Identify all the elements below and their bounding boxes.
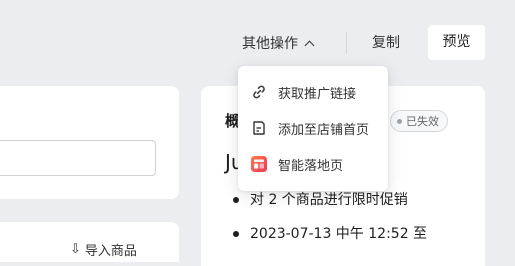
import-products-label: 导入商品 [84, 244, 137, 259]
menu-item-get-promo-link[interactable]: 获取推广链接 [238, 74, 388, 110]
preview-button[interactable]: 预览 [428, 25, 485, 60]
text-input[interactable] [0, 140, 156, 176]
more-actions-menu: 获取推广链接 添加至店铺首页 智能落地页 [238, 66, 388, 191]
import-products-link[interactable]: ⇩ 导入商品 [70, 240, 137, 259]
menu-item-smart-landing-page[interactable]: 智能落地页 [238, 146, 388, 182]
more-actions-dropdown-trigger[interactable]: 其他操作 [242, 28, 315, 58]
chevron-up-icon [304, 40, 315, 50]
toolbar-divider [346, 32, 347, 54]
status-dot-icon [397, 118, 402, 124]
product-section-panel: ⇩ 导入商品 [0, 222, 179, 262]
summary-bullet-item: 2023-07-13 中午 12:52 至 [233, 224, 427, 258]
menu-item-add-to-store-home[interactable]: 添加至店铺首页 [238, 110, 388, 146]
menu-item-label: 添加至店铺首页 [278, 122, 370, 138]
menu-item-label: 智能落地页 [278, 158, 344, 174]
landing-page-icon [250, 155, 268, 173]
main-form-panel [0, 86, 179, 199]
import-icon: ⇩ [70, 242, 81, 257]
summary-bullet-item: 对 2 个商品进行限时促销 [233, 190, 427, 224]
copy-button[interactable]: 复制 [360, 28, 412, 58]
more-actions-label: 其他操作 [242, 36, 298, 52]
status-label: 已失效 [406, 115, 439, 128]
link-icon [250, 83, 268, 101]
summary-bullet-list: 对 2 个商品进行限时促销 2023-07-13 中午 12:52 至 [233, 190, 427, 258]
page-icon [250, 119, 268, 137]
menu-item-label: 获取推广链接 [278, 86, 357, 102]
status-badge: 已失效 [390, 110, 448, 132]
